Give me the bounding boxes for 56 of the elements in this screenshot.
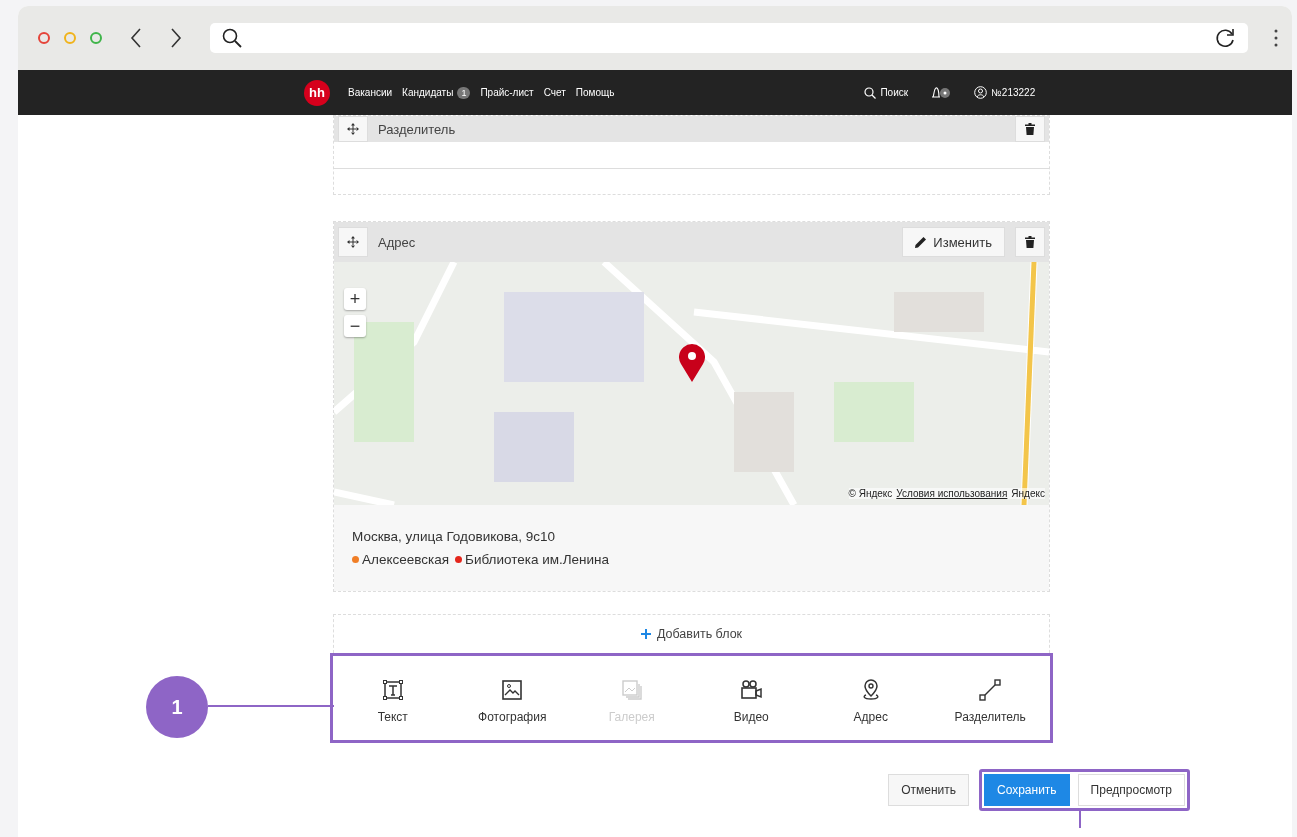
block-type-button[interactable]: Разделитель: [940, 677, 1041, 725]
move-icon: [347, 123, 359, 135]
account-link[interactable]: №213222: [974, 86, 1036, 99]
nav-link[interactable]: Счет: [543, 87, 566, 98]
zoom-out-button[interactable]: −: [344, 315, 366, 337]
block-type-button[interactable]: Адрес: [820, 677, 921, 725]
block-title: Адрес: [378, 234, 417, 250]
search-link[interactable]: Поиск: [864, 86, 909, 99]
nav-link[interactable]: Вакансии: [348, 87, 393, 98]
metro-station: Библиотека им.Ленина: [465, 552, 610, 567]
video-type-icon: [739, 678, 764, 702]
block-type-button[interactable]: Фотография: [462, 677, 563, 725]
back-icon[interactable]: [130, 28, 142, 48]
map-attribution: © Яндекс: [848, 488, 893, 499]
preview-button[interactable]: Предпросмотр: [1077, 774, 1185, 806]
zoom-in-button[interactable]: +: [344, 288, 366, 310]
nav-link[interactable]: Помощь: [575, 87, 615, 98]
gallery-type-icon: [619, 678, 644, 702]
divider-type-icon: [978, 678, 1003, 702]
user-icon: [974, 86, 988, 99]
logo[interactable]: hh: [304, 79, 330, 106]
map-pin-icon: [679, 344, 705, 382]
block-type-button[interactable]: Текст: [342, 677, 443, 725]
add-block-button[interactable]: Добавить блок: [333, 614, 1050, 653]
cancel-button[interactable]: Отменить: [888, 774, 969, 806]
trash-icon: [1025, 236, 1035, 248]
delete-button[interactable]: [1015, 116, 1045, 142]
search-icon: [222, 28, 242, 48]
maximize-window-dot[interactable]: [90, 32, 102, 44]
metro-station: Алексеевская: [362, 552, 449, 567]
nav-link[interactable]: Кандидаты: [402, 87, 454, 98]
save-button[interactable]: Сохранить: [983, 774, 1070, 806]
close-window-dot[interactable]: [38, 32, 50, 44]
move-icon: [347, 236, 359, 248]
block-title: Разделитель: [378, 121, 457, 137]
nav-link[interactable]: Прайс-лист: [480, 87, 534, 98]
menu-icon[interactable]: [1274, 28, 1278, 48]
trash-icon: [1025, 123, 1035, 135]
text-type-icon: [380, 678, 405, 702]
photo-type-icon: [500, 678, 525, 702]
delete-button[interactable]: [1015, 227, 1045, 257]
address-text: Москва, улица Годовикова, 9с10: [352, 529, 557, 544]
reload-icon[interactable]: [1214, 27, 1236, 49]
count-badge: 1: [457, 86, 471, 99]
drag-handle[interactable]: [338, 116, 368, 142]
search-icon: [864, 86, 877, 99]
minimize-window-dot[interactable]: [64, 32, 76, 44]
drag-handle[interactable]: [338, 227, 368, 257]
terms-link[interactable]: Условия использования: [896, 488, 1008, 499]
pencil-icon: [915, 236, 928, 248]
map-brand: Яндекс: [1011, 488, 1045, 499]
forward-icon[interactable]: [170, 28, 182, 48]
block-type-button[interactable]: Видео: [701, 677, 802, 725]
edit-button[interactable]: Изменить: [902, 227, 1005, 257]
plus-icon: [640, 629, 651, 639]
bell-icon[interactable]: [930, 85, 953, 100]
